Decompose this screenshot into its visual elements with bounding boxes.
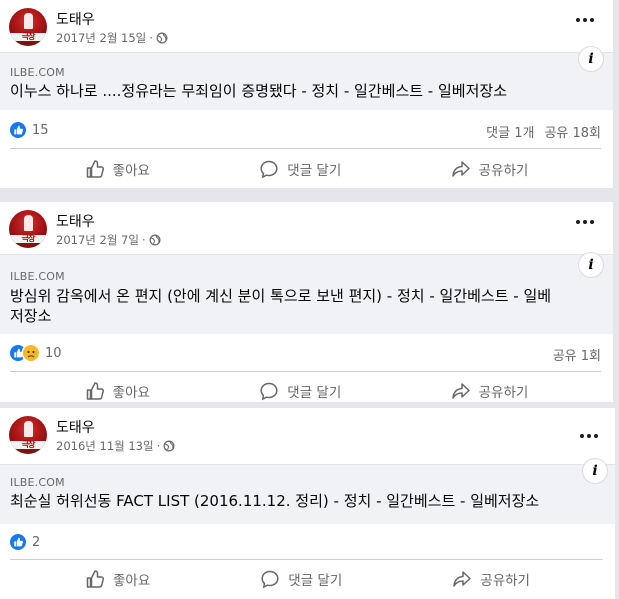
like-reaction-icon [10,122,26,138]
post-card-1: 극장 도태우 2017년 2월 15일 · ILBE.COM 이누스 하나로 .… [0,0,613,188]
meta-separator: · [149,31,153,45]
share-count[interactable]: 공유 1회 [553,345,601,364]
like-button[interactable]: 좋아요 [85,569,150,589]
more-options-icon[interactable] [574,216,596,228]
avatar-text: 극장 [21,32,36,41]
divider [10,148,601,149]
author-name[interactable]: 도태우 [56,417,95,437]
comment-label: 댓글 달기 [287,385,342,401]
share-label: 공유하기 [480,573,530,589]
avatar-figure [24,421,33,437]
info-icon[interactable]: i [579,47,603,71]
info-icon[interactable]: i [579,253,603,277]
avatar[interactable]: 극장 [9,416,47,454]
post-stats: 댓글 1개 공유 18회 [486,122,601,141]
more-options-icon[interactable] [574,14,596,26]
post-date[interactable]: 2016년 11월 13일 [56,438,154,454]
thumbs-up-icon [86,382,104,400]
comment-label: 댓글 달기 [287,163,342,179]
link-preview[interactable]: ILBE.COM 최순실 허위선동 FACT LIST (2016.11.12.… [0,459,615,524]
action-bar: 좋아요 댓글 달기 공유하기 [0,378,613,402]
comment-button[interactable]: 댓글 달기 [259,159,341,179]
reaction-count: 10 [45,345,62,361]
globe-icon [156,32,168,44]
post-meta: 2017년 2월 7일 · [56,232,161,248]
action-bar: 좋아요 댓글 달기 공유하기 [0,566,615,592]
post-date[interactable]: 2017년 2월 15일 [56,30,146,46]
like-button[interactable]: 좋아요 [85,159,150,179]
comment-count[interactable]: 댓글 1개 [486,122,534,141]
avatar-figure [24,215,33,231]
link-preview[interactable]: ILBE.COM 방심위 감옥에서 온 편지 (안에 계신 분이 톡으로 보낸 … [0,253,613,334]
comment-button[interactable]: 댓글 달기 [260,569,342,589]
share-button[interactable]: 공유하기 [452,569,530,589]
post-header: 극장 도태우 2016년 11월 13일 · [0,408,615,460]
share-arrow-icon [451,383,470,399]
author-name[interactable]: 도태우 [56,9,95,29]
like-label: 좋아요 [113,573,151,589]
reaction-count: 15 [32,122,49,138]
post-card-2: 극장 도태우 2017년 2월 7일 · ILBE.COM 방심위 감옥에서 온… [0,202,613,402]
like-label: 좋아요 [112,163,150,179]
comment-bubble-icon [261,570,279,589]
comment-bubble-icon [260,160,278,179]
meta-separator: · [141,233,146,247]
globe-icon [149,234,161,246]
reaction-summary[interactable]: 15 [10,122,49,138]
post-meta: 2017년 2월 15일 · [56,30,168,46]
sad-face-icon [23,345,39,361]
comment-label: 댓글 달기 [288,573,343,589]
avatar-text: 극장 [21,440,36,449]
thumbs-up-icon [86,570,105,588]
link-title[interactable]: 이누스 하나로 ....정유라는 무죄임이 증명됐다 - 정치 - 일간베스트 … [10,81,507,102]
more-options-icon[interactable] [578,430,600,442]
thumbs-up-icon [86,160,104,178]
action-bar: 좋아요 댓글 달기 공유하기 [0,156,613,182]
author-name[interactable]: 도태우 [56,211,95,231]
comment-bubble-icon [260,382,278,401]
link-title-line-2[interactable]: 저장소 [10,306,51,327]
link-domain: ILBE.COM [10,476,65,489]
like-button[interactable]: 좋아요 [85,381,150,401]
post-header: 극장 도태우 2017년 2월 15일 · [0,0,613,52]
info-icon[interactable]: i [583,459,607,483]
like-label: 좋아요 [112,385,150,401]
share-button[interactable]: 공유하기 [451,381,529,401]
comment-button[interactable]: 댓글 달기 [259,381,341,401]
post-meta: 2016년 11월 13일 · [56,438,175,454]
share-arrow-icon [451,161,470,177]
reaction-summary[interactable]: 10 [10,345,62,361]
avatar[interactable]: 극장 [9,210,47,248]
link-domain: ILBE.COM [10,270,65,283]
share-arrow-icon [453,571,472,587]
link-title[interactable]: 최순실 허위선동 FACT LIST (2016.11.12. 정리) - 정치… [10,491,539,512]
post-date[interactable]: 2017년 2월 7일 [56,232,139,248]
link-title-line-1[interactable]: 방심위 감옥에서 온 편지 (안에 계신 분이 톡으로 보낸 편지) - 정치 … [10,286,551,307]
avatar-figure [24,13,33,29]
link-preview[interactable]: ILBE.COM 이누스 하나로 ....정유라는 무죄임이 증명됐다 - 정치… [0,47,613,110]
post-stats: 공유 1회 [553,345,601,364]
divider [10,371,601,372]
share-label: 공유하기 [478,163,529,179]
share-label: 공유하기 [478,385,529,401]
like-reaction-icon [10,534,26,550]
avatar-text: 극장 [21,234,36,243]
share-button[interactable]: 공유하기 [451,159,529,179]
post-card-3: 극장 도태우 2016년 11월 13일 · ILBE.COM 최순실 허위선동… [0,408,615,599]
reaction-count: 2 [32,534,41,550]
globe-icon [163,440,175,452]
divider [10,559,603,560]
link-domain: ILBE.COM [10,66,65,79]
meta-separator: · [156,439,161,453]
reaction-summary[interactable]: 2 [10,534,40,550]
post-header: 극장 도태우 2017년 2월 7일 · [0,202,613,254]
avatar[interactable]: 극장 [9,8,47,46]
share-count[interactable]: 공유 18회 [544,122,601,141]
